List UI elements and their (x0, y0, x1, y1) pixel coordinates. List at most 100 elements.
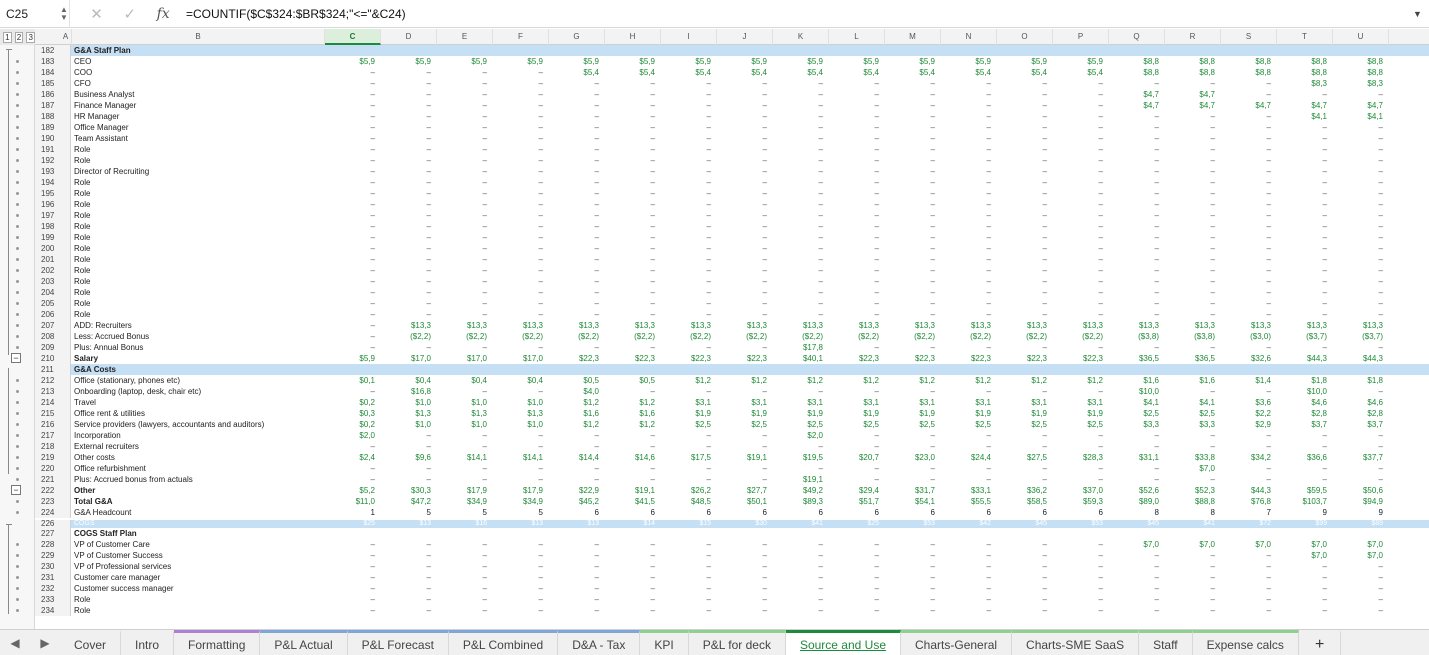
cell-value[interactable]: – (1215, 89, 1271, 100)
cell-value[interactable]: – (767, 594, 823, 605)
cell-value[interactable]: – (1103, 309, 1159, 320)
cell-value[interactable]: – (599, 133, 655, 144)
row-label[interactable]: Customer care manager (74, 572, 344, 583)
cell-value[interactable]: – (879, 594, 935, 605)
cell-value[interactable]: $13,3 (543, 320, 599, 331)
cell-value[interactable]: $9,6 (375, 452, 431, 463)
cell-value[interactable]: – (879, 298, 935, 309)
cell-value[interactable]: – (655, 100, 711, 111)
row-number[interactable]: 192 (35, 155, 71, 166)
name-box[interactable]: C25 ▲ ▼ (0, 0, 70, 28)
cell-value[interactable]: – (991, 210, 1047, 221)
cell-value[interactable]: – (823, 221, 879, 232)
cell-value[interactable]: – (879, 122, 935, 133)
cell-value[interactable]: – (711, 539, 767, 550)
cell-value[interactable]: 6 (711, 507, 767, 518)
cell-value[interactable]: – (991, 243, 1047, 254)
cell-value[interactable]: – (487, 441, 543, 452)
cell-value[interactable]: – (1047, 100, 1103, 111)
row-number[interactable]: 189 (35, 122, 71, 133)
cell-value[interactable]: – (655, 298, 711, 309)
cell-value[interactable]: $14,1 (431, 452, 487, 463)
cell-value[interactable]: – (487, 474, 543, 485)
cell-value[interactable]: – (879, 133, 935, 144)
cell-value[interactable]: – (543, 221, 599, 232)
cell-value[interactable]: 8 (1103, 507, 1159, 518)
row-number[interactable]: 213 (35, 386, 71, 397)
tab-p-l-forecast[interactable]: P&L Forecast (347, 629, 449, 655)
cell-value[interactable]: – (1047, 309, 1103, 320)
cell-value[interactable]: – (991, 199, 1047, 210)
cell-value[interactable]: – (543, 78, 599, 89)
cell-value[interactable]: $1,0 (431, 419, 487, 430)
cell-value[interactable]: – (487, 78, 543, 89)
cell-value[interactable]: – (879, 155, 935, 166)
cell-value[interactable]: – (431, 441, 487, 452)
cell-value[interactable]: $22,3 (991, 353, 1047, 364)
cell-value[interactable]: – (879, 89, 935, 100)
cell-value[interactable]: – (879, 100, 935, 111)
cell-value[interactable]: – (711, 243, 767, 254)
cell-value[interactable]: – (599, 572, 655, 583)
cell-value[interactable]: – (767, 298, 823, 309)
cell-value[interactable]: $2,0 (319, 430, 375, 441)
cell-value[interactable]: – (487, 605, 543, 616)
next-sheet-icon[interactable]: ▶ (40, 636, 49, 650)
cell-value[interactable]: – (319, 144, 375, 155)
row-label[interactable]: Role (74, 605, 344, 616)
cell-value[interactable]: $16,8 (375, 386, 431, 397)
cell-value[interactable]: – (543, 441, 599, 452)
cell-value[interactable]: $5,9 (879, 56, 935, 67)
cell-value[interactable]: $7,0 (1103, 539, 1159, 550)
row-label[interactable]: COGS (74, 520, 344, 528)
cell-value[interactable]: $13,3 (487, 320, 543, 331)
cell-value[interactable]: – (823, 210, 879, 221)
cell-value[interactable]: – (1215, 298, 1271, 309)
cell-value[interactable]: – (599, 605, 655, 616)
row-label[interactable]: Travel (74, 397, 344, 408)
cell-value[interactable]: ($2,2) (1047, 331, 1103, 342)
cell-value[interactable]: – (487, 199, 543, 210)
tab-source-and-use[interactable]: Source and Use (785, 629, 902, 655)
row-number[interactable]: 208 (35, 331, 71, 342)
cell-value[interactable]: – (1271, 287, 1327, 298)
cell-value[interactable]: – (767, 265, 823, 276)
cell-value[interactable]: $4,1 (1159, 397, 1215, 408)
cell-value[interactable]: – (319, 539, 375, 550)
cell-value[interactable]: – (319, 594, 375, 605)
cell-value[interactable]: – (991, 78, 1047, 89)
cell-value[interactable]: – (375, 199, 431, 210)
cell-value[interactable]: – (599, 342, 655, 353)
cell-value[interactable]: – (1103, 232, 1159, 243)
row-label[interactable]: Role (74, 188, 344, 199)
cell-value[interactable]: – (319, 298, 375, 309)
cell-value[interactable]: – (1327, 155, 1383, 166)
cell-value[interactable]: – (1159, 276, 1215, 287)
cell-value[interactable]: – (431, 210, 487, 221)
cell-value[interactable]: – (1215, 430, 1271, 441)
cell-value[interactable]: $13,3 (991, 320, 1047, 331)
cell-value[interactable]: $7,0 (1159, 463, 1215, 474)
cell-value[interactable]: – (431, 265, 487, 276)
cell-value[interactable]: – (1215, 265, 1271, 276)
row-number[interactable]: 216 (35, 419, 71, 430)
row-number[interactable]: 215 (35, 408, 71, 419)
cell-value[interactable]: – (935, 210, 991, 221)
cell-value[interactable]: $2,8 (1271, 408, 1327, 419)
cell-value[interactable]: – (375, 583, 431, 594)
cell-value[interactable]: – (1271, 188, 1327, 199)
cell-value[interactable]: – (1159, 78, 1215, 89)
cell-value[interactable]: $1,0 (487, 419, 543, 430)
cell-value[interactable]: – (487, 254, 543, 265)
column-header-P[interactable]: P (1053, 29, 1109, 45)
cell-value[interactable]: – (375, 67, 431, 78)
cell-value[interactable]: $40,1 (767, 353, 823, 364)
cell-value[interactable]: – (991, 100, 1047, 111)
row-number[interactable]: 199 (35, 232, 71, 243)
cell-value[interactable]: – (935, 386, 991, 397)
cell-value[interactable]: $8,8 (1271, 67, 1327, 78)
cell-value[interactable]: – (655, 550, 711, 561)
cell-value[interactable]: – (1215, 441, 1271, 452)
cell-value[interactable]: – (543, 177, 599, 188)
cell-value[interactable]: $17,0 (487, 353, 543, 364)
